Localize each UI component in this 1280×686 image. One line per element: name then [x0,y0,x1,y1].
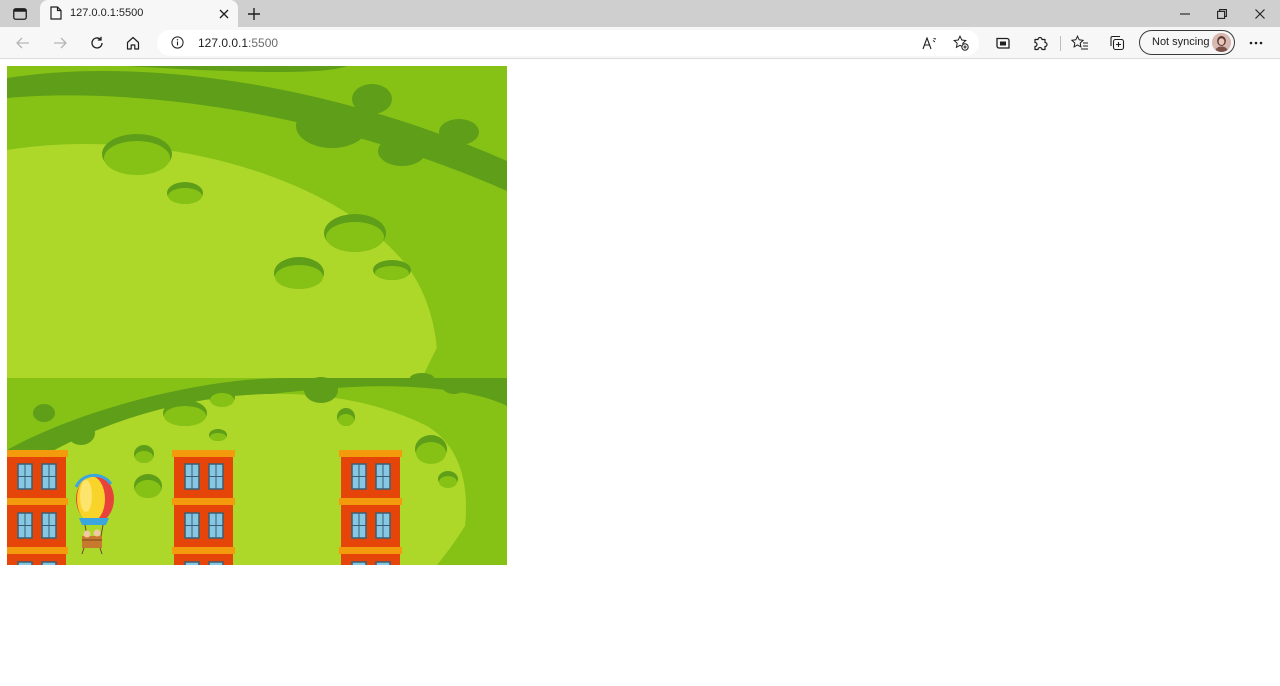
collections-icon[interactable] [1104,31,1130,55]
forward-arrow-icon[interactable] [47,31,73,55]
read-aloud-icon[interactable] [919,33,941,53]
game-canvas[interactable] [7,66,507,565]
tab-title: 127.0.0.1:5500 [70,7,144,19]
building-obstacle [172,450,235,565]
puzzle-icon[interactable] [1027,31,1053,55]
background-tile-top [7,66,507,378]
building-obstacle [7,450,68,565]
address-bar[interactable]: 127.0.0.1:5500 [157,30,979,56]
more-icon[interactable] [1243,31,1269,55]
toolbar-separator [1060,36,1061,51]
star-add-icon[interactable] [950,33,972,53]
url-host: 127.0.0.1 [198,36,249,50]
profile-label: Not syncing [1152,36,1210,48]
restore-icon[interactable] [1203,0,1241,27]
close-icon[interactable] [216,6,232,22]
building-obstacle [339,450,402,565]
info-icon[interactable] [171,36,184,54]
url-port: :5500 [248,36,279,50]
tab-actions-icon[interactable] [8,3,32,24]
back-arrow-icon[interactable] [10,31,36,55]
avatar [1212,33,1231,52]
plus-icon[interactable] [244,4,264,24]
window-close-icon[interactable] [1241,0,1279,27]
tab-strip: 127.0.0.1:5500 [0,0,1280,27]
page-icon [50,6,62,25]
minimize-icon[interactable] [1166,0,1204,27]
essentials-icon[interactable] [990,31,1016,55]
browser-toolbar: 127.0.0.1:5500 Not syncing [0,27,1280,59]
profile-button[interactable]: Not syncing [1139,30,1235,55]
browser-tab[interactable]: 127.0.0.1:5500 [40,0,238,27]
favorites-icon[interactable] [1067,31,1093,55]
home-icon[interactable] [120,31,146,55]
url-text: 127.0.0.1:5500 [198,36,278,50]
refresh-icon[interactable] [84,31,110,55]
